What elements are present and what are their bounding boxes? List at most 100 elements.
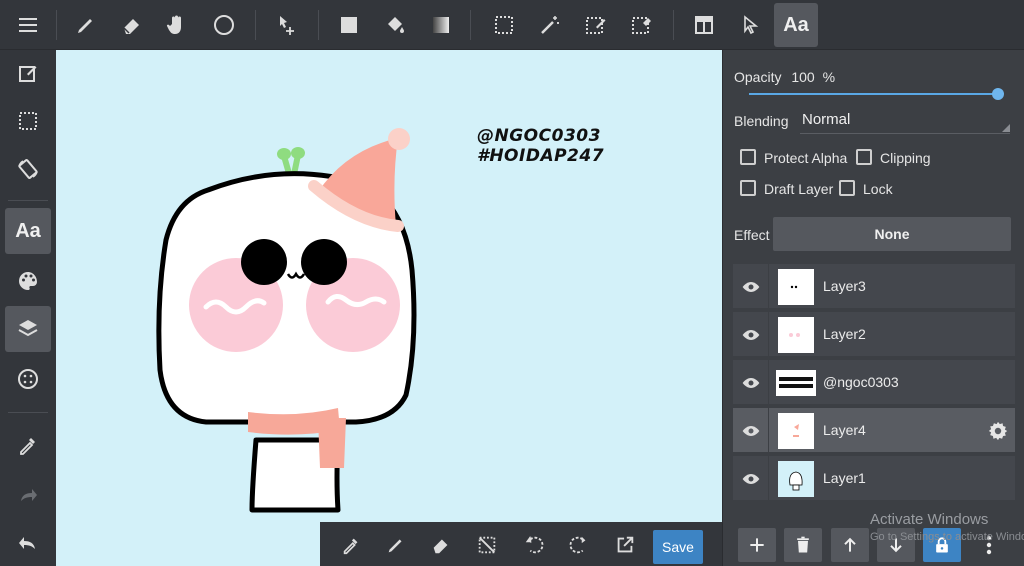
protect-alpha-checkbox[interactable] (740, 149, 756, 165)
opacity-slider-thumb[interactable] (992, 88, 1004, 100)
export-icon[interactable] (608, 528, 642, 562)
rotate-canvas-icon[interactable] (5, 146, 51, 192)
opacity-row: Opacity 100 % (734, 69, 835, 85)
arrow-up-icon (844, 537, 856, 552)
top-toolbar: Aa (0, 0, 1024, 50)
eye-icon (742, 474, 760, 484)
layer-properties-panel: Opacity 100 % Blending Normal Protect Al… (722, 50, 1024, 566)
material-icon[interactable] (5, 356, 51, 402)
select-pen-icon[interactable] (574, 3, 618, 47)
opacity-label: Opacity (734, 69, 782, 85)
visibility-toggle[interactable] (733, 408, 769, 454)
layer-row[interactable]: Layer1 (733, 456, 1015, 502)
rotate-right-icon[interactable] (562, 528, 596, 562)
palette-icon[interactable] (5, 258, 51, 304)
trash-icon (797, 536, 809, 553)
draft-layer-checkbox[interactable] (740, 180, 756, 196)
select-rect-icon[interactable] (482, 3, 526, 47)
menu-icon[interactable] (6, 3, 50, 47)
activate-windows-subtitle: Go to Settings to activate Windows. (870, 531, 1024, 543)
layer-thumbnail (776, 370, 816, 396)
paint-app: Aa Aa @NGOC0303 #HOIDAP247 Save Opacity … (0, 0, 1024, 566)
bucket-tool-icon[interactable] (373, 3, 417, 47)
effect-button[interactable]: None (773, 217, 1011, 251)
toolbar-divider (318, 10, 319, 40)
select-eraser-icon[interactable] (620, 3, 664, 47)
operation-cursor-icon[interactable] (728, 3, 772, 47)
hand-tool-icon[interactable] (154, 3, 198, 47)
text-button[interactable]: Aa (5, 208, 51, 254)
drawing-canvas[interactable]: @NGOC0303 #HOIDAP247 (56, 50, 722, 566)
watermark-line-1: @NGOC0303 (477, 126, 601, 146)
undo-icon[interactable] (5, 520, 51, 566)
eraser-tool-icon[interactable] (110, 3, 154, 47)
add-layer-button[interactable] (738, 528, 776, 562)
visibility-toggle[interactable] (733, 360, 769, 406)
selection-icon[interactable] (5, 98, 51, 144)
activate-windows-title: Activate Windows (870, 511, 989, 528)
layer-row[interactable]: Layer3 (733, 264, 1015, 310)
lock-label: Lock (863, 181, 893, 197)
text-label: Aa (15, 219, 41, 242)
plus-icon (750, 538, 764, 552)
blending-label: Blending (734, 113, 789, 129)
clipping-checkbox[interactable] (856, 149, 872, 165)
opacity-slider[interactable] (749, 93, 999, 95)
frame-divider-icon[interactable] (682, 3, 726, 47)
pen-icon[interactable] (379, 528, 413, 562)
bottom-toolbar: Save (320, 522, 722, 566)
toolbar-divider (8, 200, 48, 201)
opacity-unit: % (822, 69, 836, 85)
blending-select[interactable]: Normal (800, 108, 1010, 134)
opacity-value: 100 (791, 69, 815, 85)
move-tool-icon[interactable] (265, 3, 309, 47)
clipping-label: Clipping (880, 150, 931, 166)
gradient-tool-icon[interactable] (419, 3, 463, 47)
layer-name: Layer4 (823, 422, 866, 438)
edit-icon[interactable] (5, 50, 51, 96)
watermark-text: @NGOC0303 #HOIDAP247 (477, 126, 604, 166)
visibility-toggle[interactable] (733, 312, 769, 358)
magic-wand-icon[interactable] (528, 3, 572, 47)
eraser-icon[interactable] (424, 528, 458, 562)
layer-row[interactable]: Layer4 (733, 408, 1015, 454)
left-toolbar: Aa (0, 50, 56, 566)
rotate-left-icon[interactable] (517, 528, 551, 562)
visibility-toggle[interactable] (733, 456, 769, 502)
lock-checkbox[interactable] (839, 180, 855, 196)
ellipse-tool-icon[interactable] (202, 3, 246, 47)
pen-tool-icon[interactable] (64, 3, 108, 47)
deselect-icon[interactable] (470, 528, 504, 562)
eye-icon (742, 330, 760, 340)
delete-layer-button[interactable] (784, 528, 822, 562)
eyedropper-icon[interactable] (5, 422, 51, 468)
toolbar-divider (8, 412, 48, 413)
eye-icon (742, 282, 760, 292)
layers-icon[interactable] (5, 306, 51, 352)
eye-icon (742, 378, 760, 388)
layer-thumbnail (778, 317, 814, 353)
visibility-toggle[interactable] (733, 264, 769, 310)
move-layer-up-button[interactable] (831, 528, 869, 562)
character-artwork (156, 128, 417, 513)
eye-icon (742, 426, 760, 436)
layer-name: Layer3 (823, 278, 866, 294)
gear-icon[interactable] (987, 420, 1009, 442)
toolbar-divider (673, 10, 674, 40)
layer-row[interactable]: Layer2 (733, 312, 1015, 358)
redo-icon[interactable] (5, 472, 51, 518)
watermark-line-2: #HOIDAP247 (477, 146, 605, 166)
text-tool-button[interactable]: Aa (774, 3, 818, 47)
save-button[interactable]: Save (653, 530, 703, 564)
toolbar-divider (470, 10, 471, 40)
eyedropper-icon[interactable] (334, 528, 368, 562)
toolbar-divider (255, 10, 256, 40)
layer-row[interactable]: @ngoc0303 (733, 360, 1015, 406)
effect-label: Effect (734, 227, 770, 243)
text-tool-label: Aa (783, 13, 809, 36)
fill-rect-tool-icon[interactable] (327, 3, 371, 47)
layer-thumbnail (778, 269, 814, 305)
layer-name: Layer2 (823, 326, 866, 342)
layer-name: @ngoc0303 (823, 374, 899, 390)
toolbar-divider (56, 10, 57, 40)
